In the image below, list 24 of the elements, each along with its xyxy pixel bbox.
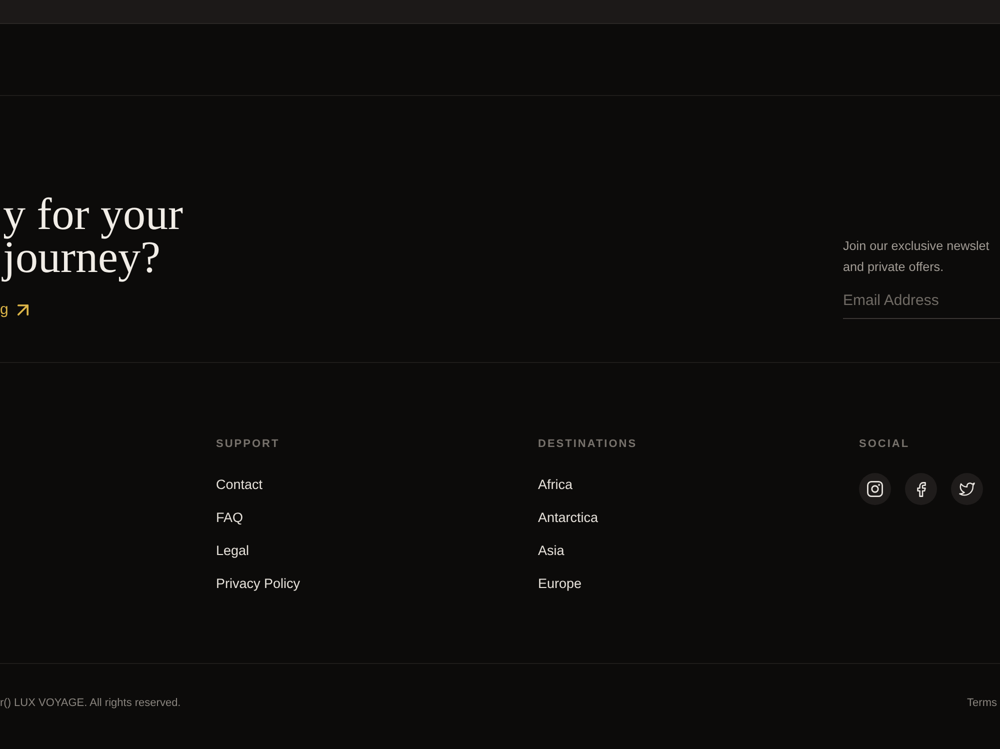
social-button[interactable] bbox=[951, 473, 983, 505]
cta-heading: y for your journey? bbox=[0, 193, 183, 284]
newsletter-text: Join our exclusive newslet and private offers. bbox=[843, 238, 990, 276]
footer-link[interactable]: FAQ bbox=[216, 509, 244, 527]
footer-link[interactable]: Asia bbox=[538, 542, 564, 560]
footer-link[interactable]: Africa bbox=[538, 476, 573, 494]
footer-link[interactable]: Privacy Policy bbox=[216, 575, 300, 593]
arrow-up-right-icon bbox=[17, 304, 30, 316]
footer-link[interactable]: Legal bbox=[216, 542, 250, 560]
social-button[interactable] bbox=[905, 473, 937, 505]
footer-link[interactable]: Antarctica bbox=[538, 509, 598, 527]
camera-icon bbox=[867, 481, 883, 497]
bird-icon bbox=[959, 482, 975, 496]
email-field[interactable]: Email Address bbox=[843, 292, 1000, 319]
social-button[interactable] bbox=[859, 473, 891, 505]
cta-link[interactable]: g bbox=[0, 301, 30, 319]
column-heading: SUPPORT bbox=[216, 438, 280, 451]
terms-link[interactable]: Terms bbox=[967, 696, 997, 710]
letter-f-icon bbox=[916, 482, 926, 496]
footer-link[interactable]: Europe bbox=[538, 575, 582, 593]
column-heading: SOCIAL bbox=[859, 438, 910, 451]
footer-link[interactable]: Contact bbox=[216, 476, 263, 494]
column-heading: DESTINATIONS bbox=[538, 438, 638, 451]
copyright-text: r() LUX VOYAGE. All rights reserved. bbox=[0, 696, 181, 710]
